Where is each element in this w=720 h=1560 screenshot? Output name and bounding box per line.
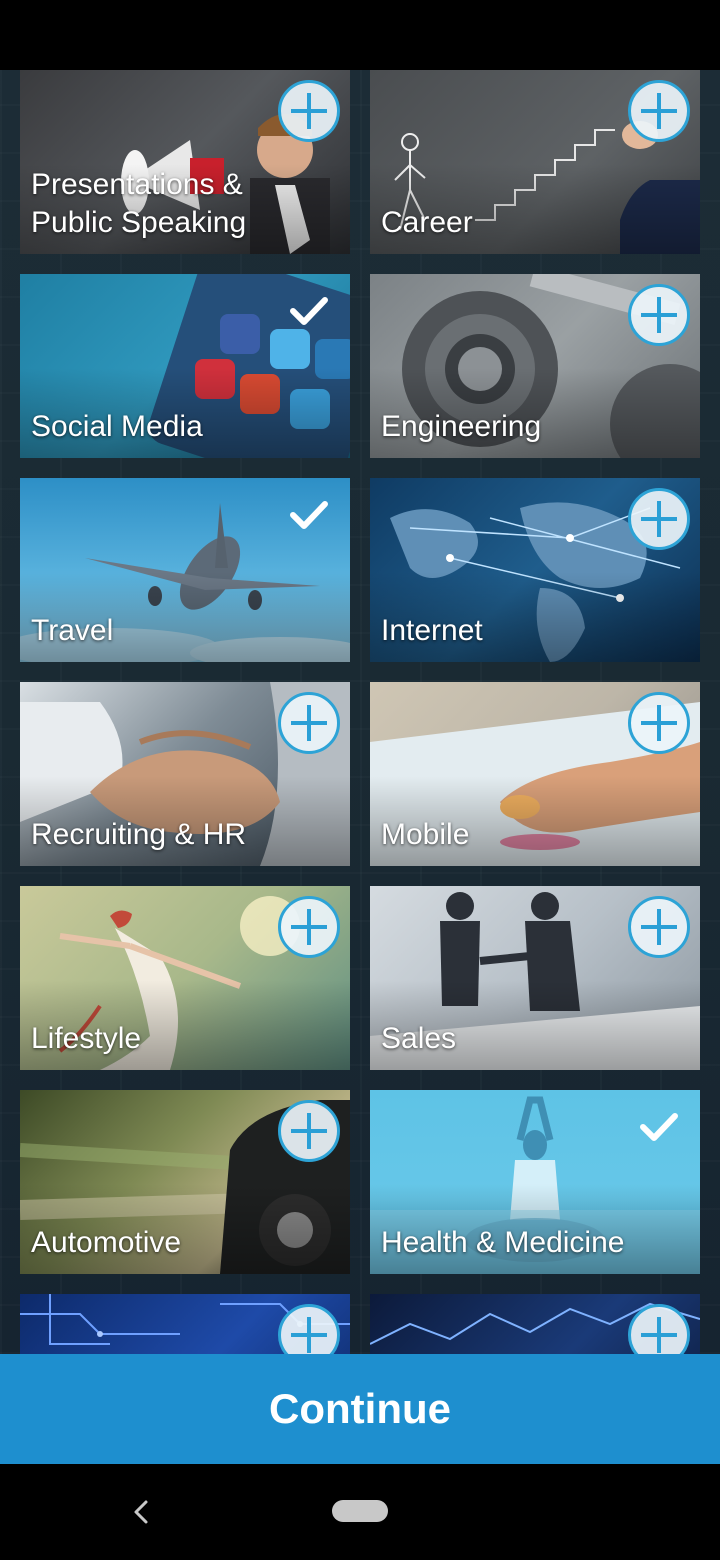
category-tile-recruiting[interactable]: Recruiting & HR	[20, 682, 350, 866]
category-label: Social Media	[31, 410, 203, 443]
add-category-plus-icon[interactable]	[278, 896, 340, 958]
category-tile-automotive[interactable]: Automotive	[20, 1090, 350, 1274]
category-grid[interactable]: Presentations & Public Speaking Career S…	[0, 70, 720, 1354]
category-label: Internet	[381, 614, 483, 647]
category-label: Engineering	[381, 410, 542, 443]
category-tile-presentations[interactable]: Presentations & Public Speaking	[20, 70, 350, 254]
back-icon[interactable]	[126, 1492, 154, 1532]
add-category-plus-icon[interactable]	[628, 692, 690, 754]
category-tile-internet[interactable]: Internet	[370, 478, 700, 662]
home-pill-icon[interactable]	[332, 1500, 388, 1522]
category-label: Automotive	[31, 1226, 182, 1259]
category-label: Career	[381, 206, 473, 239]
category-tile-lifestyle[interactable]: Lifestyle	[20, 886, 350, 1070]
add-category-plus-icon[interactable]	[628, 488, 690, 550]
category-label: Travel	[31, 614, 114, 647]
add-category-plus-icon[interactable]	[628, 80, 690, 142]
category-label: Recruiting & HR	[31, 818, 247, 851]
category-label: Lifestyle	[31, 1022, 142, 1055]
category-tile-stock-chart[interactable]	[370, 1294, 700, 1354]
add-category-plus-icon[interactable]	[278, 1100, 340, 1162]
category-label: Presentations & Public Speaking	[31, 168, 247, 239]
category-label: Health & Medicine	[381, 1226, 625, 1259]
category-tile-social-media[interactable]: Social Media	[20, 274, 350, 458]
category-tile-career[interactable]: Career	[370, 70, 700, 254]
add-category-plus-icon[interactable]	[278, 80, 340, 142]
category-tile-engineering[interactable]: Engineering	[370, 274, 700, 458]
selected-check-icon[interactable]	[628, 1100, 690, 1162]
category-label: Mobile	[381, 818, 470, 851]
category-tile-circuit[interactable]	[20, 1294, 350, 1354]
add-category-plus-icon[interactable]	[628, 896, 690, 958]
add-category-plus-icon[interactable]	[278, 692, 340, 754]
category-tile-sales[interactable]: Sales	[370, 886, 700, 1070]
add-category-plus-icon[interactable]	[628, 284, 690, 346]
selected-check-icon[interactable]	[278, 488, 340, 550]
category-tile-mobile[interactable]: Mobile	[370, 682, 700, 866]
status-bar	[0, 0, 720, 70]
continue-button[interactable]: Continue	[0, 1354, 720, 1464]
selected-check-icon[interactable]	[278, 284, 340, 346]
category-tile-health[interactable]: Health & Medicine	[370, 1090, 700, 1274]
category-label: Sales	[381, 1022, 457, 1055]
category-tile-travel[interactable]: Travel	[20, 478, 350, 662]
